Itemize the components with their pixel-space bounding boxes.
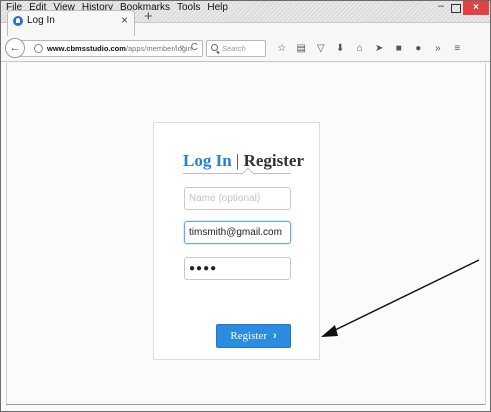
- back-button[interactable]: ←: [5, 38, 25, 58]
- content-left-border: [6, 63, 7, 405]
- url-bar[interactable]: www.cbmsstudio.com/apps/member/login ▿ C: [9, 40, 203, 57]
- register-button[interactable]: Register ›: [216, 324, 291, 348]
- tab-separator: |: [235, 151, 240, 170]
- new-tab-button[interactable]: +: [144, 8, 153, 25]
- chevron-right-icon: ›: [273, 330, 277, 342]
- pocket-icon[interactable]: ▽: [311, 42, 331, 56]
- download-icon[interactable]: ⬇: [331, 42, 351, 56]
- close-window-button[interactable]: ×: [463, 1, 489, 15]
- reading-list-icon[interactable]: ▤: [292, 42, 312, 56]
- tab-log-in-link[interactable]: Log In: [183, 151, 232, 170]
- menu-tools[interactable]: Tools: [177, 2, 200, 13]
- email-field[interactable]: timsmith@gmail.com: [184, 221, 291, 244]
- screenshot-icon[interactable]: ■: [389, 42, 409, 56]
- tab-register-link[interactable]: Register: [244, 151, 304, 170]
- tab-close-icon[interactable]: ×: [121, 13, 128, 27]
- url-domain: www.cbmsstudio.com: [47, 44, 126, 53]
- search-input[interactable]: Search: [206, 40, 266, 57]
- navigation-bar: www.cbmsstudio.com/apps/member/login ▿ C…: [1, 36, 490, 62]
- history-dropdown-icon[interactable]: ▿: [180, 43, 184, 52]
- home-icon[interactable]: ⌂: [350, 42, 370, 56]
- tabs-underline: [183, 173, 291, 174]
- globe-icon: [34, 44, 43, 53]
- tab-title: Log In: [27, 15, 55, 26]
- content-right-border: [485, 63, 486, 405]
- toolbar-icons: ☆ ▤ ▽ ⬇ ⌂ ➤ ■ ●» ≡: [272, 42, 467, 56]
- name-placeholder: Name (optional): [189, 193, 261, 204]
- chat-icon[interactable]: ●: [409, 42, 429, 56]
- star-icon[interactable]: ☆: [272, 42, 292, 56]
- register-button-label: Register: [230, 330, 267, 342]
- content-bottom-border: [6, 404, 485, 405]
- search-icon: [211, 44, 218, 51]
- browser-window: File Edit View History Bookmarks Tools H…: [0, 0, 491, 412]
- send-icon[interactable]: ➤: [370, 42, 390, 56]
- minimize-button[interactable]: –: [434, 1, 448, 15]
- password-field[interactable]: ●●●●: [184, 257, 291, 280]
- name-field[interactable]: Name (optional): [184, 187, 291, 210]
- tab-log-in[interactable]: Log In ×: [7, 10, 135, 36]
- reload-icon[interactable]: C: [191, 42, 198, 53]
- search-placeholder: Search: [222, 44, 246, 53]
- menu-help[interactable]: Help: [207, 2, 228, 13]
- overflow-icon[interactable]: »: [428, 42, 448, 56]
- auth-tabs: Log In | Register: [183, 151, 304, 171]
- site-favicon-icon: [13, 16, 23, 26]
- menu-icon[interactable]: ≡: [448, 42, 468, 56]
- auth-card: Log In | Register Name (optional) timsmi…: [153, 122, 320, 360]
- maximize-button[interactable]: [448, 1, 462, 15]
- url-text: www.cbmsstudio.com/apps/member/login: [47, 44, 192, 53]
